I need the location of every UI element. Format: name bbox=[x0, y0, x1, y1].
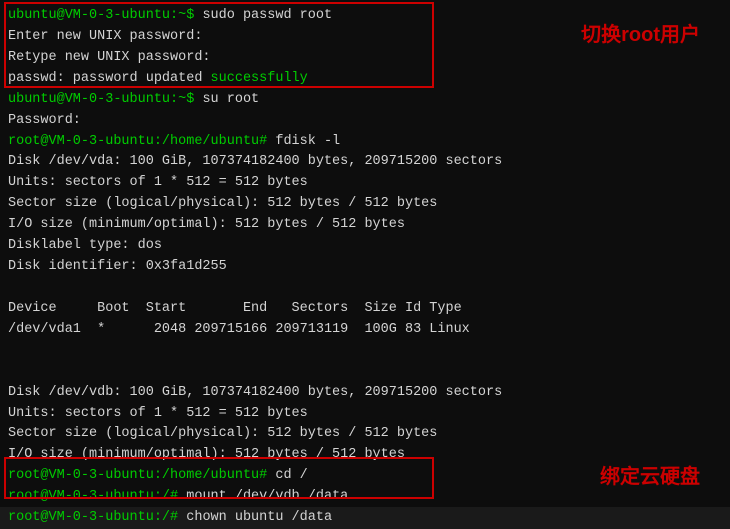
line-21: root@VM-0-3-ubuntu:/# mount /dev/vdb /da… bbox=[8, 487, 722, 508]
line-12: Disklabel type: dos bbox=[8, 236, 722, 257]
output-14: Device Boot Start End Sectors Size Id Ty… bbox=[8, 301, 462, 316]
line-3: Retype new UNIX password: bbox=[8, 48, 722, 69]
output-4a: passwd: password updated bbox=[8, 71, 211, 86]
prompt-22: root@VM-0-3-ubuntu:/# bbox=[8, 510, 178, 525]
line-blank2 bbox=[8, 341, 722, 362]
output-17: Units: sectors of 1 * 512 = 512 bytes bbox=[8, 406, 308, 421]
annotation-root-switch: 切换root用户 bbox=[581, 18, 700, 47]
output-9: Units: sectors of 1 * 512 = 512 bytes bbox=[8, 175, 308, 190]
output-18: Sector size (logical/physical): 512 byte… bbox=[8, 426, 437, 441]
prompt-5: ubuntu@VM-0-3-ubuntu:~$ bbox=[8, 92, 194, 107]
cmd-1: sudo passwd root bbox=[194, 8, 332, 23]
line-22: root@VM-0-3-ubuntu:/# chown ubuntu /data bbox=[8, 508, 722, 529]
line-7: root@VM-0-3-ubuntu:/home/ubuntu# fdisk -… bbox=[8, 132, 722, 153]
output-11: I/O size (minimum/optimal): 512 bytes / … bbox=[8, 217, 405, 232]
line-9: Units: sectors of 1 * 512 = 512 bytes bbox=[8, 173, 722, 194]
line-17: Units: sectors of 1 * 512 = 512 bytes bbox=[8, 404, 722, 425]
prompt-20: root@VM-0-3-ubuntu:/home/ubuntu# bbox=[8, 468, 267, 483]
prompt-1: ubuntu@VM-0-3-ubuntu:~$ bbox=[8, 8, 194, 23]
cmd-22: chown ubuntu /data bbox=[178, 510, 332, 525]
line-14: Device Boot Start End Sectors Size Id Ty… bbox=[8, 299, 722, 320]
line-4: passwd: password updated successfully bbox=[8, 69, 722, 90]
annotation-bind-disk: 绑定云硬盘 bbox=[600, 460, 700, 489]
output-4b: successfully bbox=[211, 71, 308, 86]
line-10: Sector size (logical/physical): 512 byte… bbox=[8, 194, 722, 215]
prompt-21: root@VM-0-3-ubuntu:/# bbox=[8, 489, 178, 504]
line-18: Sector size (logical/physical): 512 byte… bbox=[8, 424, 722, 445]
output-6: Password: bbox=[8, 113, 81, 128]
output-8: Disk /dev/vda: 100 GiB, 107374182400 byt… bbox=[8, 154, 502, 169]
line-blank3 bbox=[8, 362, 722, 383]
output-10: Sector size (logical/physical): 512 byte… bbox=[8, 196, 437, 211]
line-11: I/O size (minimum/optimal): 512 bytes / … bbox=[8, 215, 722, 236]
output-2: Enter new UNIX password: bbox=[8, 29, 202, 44]
line-blank1 bbox=[8, 278, 722, 299]
output-13: Disk identifier: 0x3fa1d255 bbox=[8, 259, 227, 274]
terminal-window: 切换root用户 绑定云硬盘 ubuntu@VM-0-3-ubuntu:~$ s… bbox=[0, 0, 730, 507]
line-6: Password: bbox=[8, 111, 722, 132]
line-16: Disk /dev/vdb: 100 GiB, 107374182400 byt… bbox=[8, 383, 722, 404]
cmd-7: fdisk -l bbox=[267, 134, 340, 149]
line-8: Disk /dev/vda: 100 GiB, 107374182400 byt… bbox=[8, 152, 722, 173]
output-12: Disklabel type: dos bbox=[8, 238, 162, 253]
line-15: /dev/vda1 * 2048 209715166 209713119 100… bbox=[8, 320, 722, 341]
cmd-20: cd / bbox=[267, 468, 308, 483]
cmd-5: su root bbox=[194, 92, 259, 107]
prompt-7: root@VM-0-3-ubuntu:/home/ubuntu# bbox=[8, 134, 267, 149]
output-3: Retype new UNIX password: bbox=[8, 50, 211, 65]
line-13: Disk identifier: 0x3fa1d255 bbox=[8, 257, 722, 278]
output-16: Disk /dev/vdb: 100 GiB, 107374182400 byt… bbox=[8, 385, 502, 400]
line-5: ubuntu@VM-0-3-ubuntu:~$ su root bbox=[8, 90, 722, 111]
output-19: I/O size (minimum/optimal): 512 bytes / … bbox=[8, 447, 405, 462]
output-15: /dev/vda1 * 2048 209715166 209713119 100… bbox=[8, 322, 470, 337]
cmd-21: mount /dev/vdb /data bbox=[178, 489, 348, 504]
